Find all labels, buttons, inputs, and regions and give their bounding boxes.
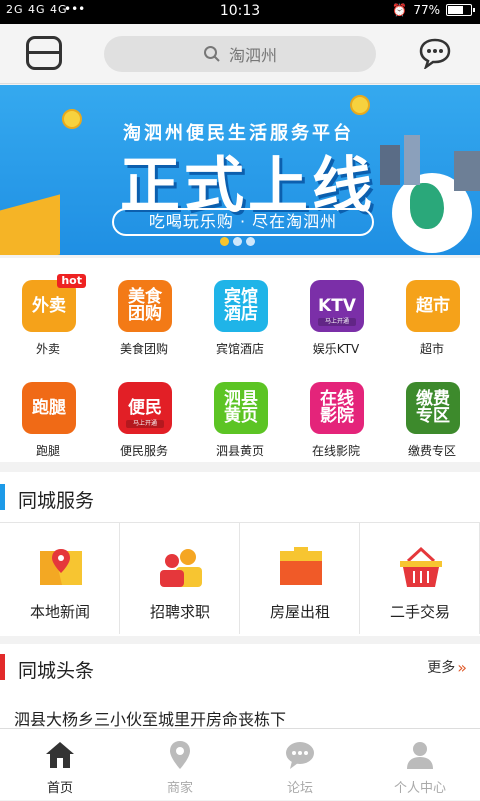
tab-merchants[interactable]: 商家 xyxy=(120,729,240,801)
service-label: 本地新闻 xyxy=(29,603,90,621)
category-tile: 外卖 hot xyxy=(22,274,86,332)
more-link[interactable]: 更多 ›› xyxy=(427,657,467,677)
category-label: 泗县黄页 xyxy=(215,444,264,458)
category-tile-text: 缴费专区 xyxy=(416,389,450,426)
category-tile: KTV 马上开通 xyxy=(310,280,364,332)
location-icon xyxy=(170,741,190,769)
category-item[interactable]: 泗县黄页 泗县黄页 xyxy=(192,360,288,462)
service-local-news[interactable]: 本地新闻 xyxy=(0,522,120,634)
category-tile-text: 宾馆酒店 xyxy=(224,287,258,324)
category-item[interactable]: 外卖 hot 外卖 xyxy=(0,258,96,360)
service-rental[interactable]: 房屋出租 xyxy=(240,522,360,634)
category-label: 外卖 xyxy=(35,342,60,356)
tab-label: 论坛 xyxy=(286,781,313,796)
category-item[interactable]: 宾馆酒店 宾馆酒店 xyxy=(192,258,288,360)
tab-forum[interactable]: 论坛 xyxy=(240,729,360,801)
battery-icon xyxy=(446,4,475,16)
message-icon[interactable] xyxy=(418,37,452,69)
category-tile: 美食团购 xyxy=(118,280,172,332)
scan-menu-button[interactable] xyxy=(26,36,62,70)
section-accent-bar xyxy=(0,654,5,680)
tab-home[interactable]: 首页 xyxy=(0,729,120,801)
alarm-icon: ⏰ xyxy=(392,3,408,17)
carousel-dot[interactable] xyxy=(246,237,255,246)
category-tile-text: 跑腿 xyxy=(32,397,66,418)
carousel-dot[interactable] xyxy=(220,237,229,246)
search-placeholder: 淘泗州 xyxy=(228,46,277,65)
category-item[interactable]: KTV 马上开通娱乐KTV xyxy=(288,258,384,360)
people-icon xyxy=(160,549,202,587)
category-tile: 缴费专区 xyxy=(406,382,460,434)
category-item[interactable]: 在线影院 在线影院 xyxy=(288,360,384,462)
building-illustration xyxy=(0,194,60,255)
service-label: 二手交易 xyxy=(389,603,450,621)
person-icon xyxy=(407,742,433,769)
category-tile-text: 外卖 xyxy=(32,295,66,316)
section-title: 同城头条 xyxy=(18,660,95,682)
section-accent-bar xyxy=(0,484,5,510)
category-tile: 便民 马上开通 xyxy=(118,382,172,434)
banner-slogan: 吃喝玩乐购 · 尽在淘泗州 xyxy=(112,208,374,236)
battery-percent: 77% xyxy=(413,3,440,17)
category-item[interactable]: 便民马上开通便民服务 xyxy=(96,360,192,462)
tab-label: 个人中心 xyxy=(393,781,446,796)
home-icon xyxy=(46,742,74,768)
coming-soon-tag: 马上开通 xyxy=(318,318,356,326)
category-tile-text: KTV xyxy=(318,295,356,316)
category-tile-text: 泗县黄页 xyxy=(224,389,258,426)
category-tile: 超市 xyxy=(406,280,460,332)
service-label: 招聘求职 xyxy=(149,603,210,621)
search-bar[interactable]: 淘泗州 xyxy=(104,36,376,72)
section-title: 同城服务 xyxy=(18,490,95,512)
coin-decoration xyxy=(62,109,82,129)
category-label: 缴费专区 xyxy=(407,444,456,458)
category-label: 跑腿 xyxy=(35,444,60,458)
service-label: 房屋出租 xyxy=(269,603,330,621)
category-item[interactable]: 跑腿 跑腿 xyxy=(0,360,96,462)
category-tile: 宾馆酒店 xyxy=(214,280,268,332)
coin-decoration xyxy=(350,95,370,115)
category-tile-text: 美食团购 xyxy=(128,287,162,324)
category-label: 宾馆酒店 xyxy=(215,342,264,356)
tab-label: 商家 xyxy=(166,781,193,796)
chat-icon xyxy=(286,742,314,769)
category-tile-text: 在线影院 xyxy=(320,389,354,426)
map-pin-icon xyxy=(40,549,82,585)
hot-badge: hot xyxy=(57,274,86,288)
bottom-tab-bar: 首页 商家 论坛 个人中心 xyxy=(0,728,480,800)
category-label: 便民服务 xyxy=(119,444,168,458)
city-building-illustration xyxy=(380,145,400,185)
category-label: 美食团购 xyxy=(119,342,168,356)
category-label: 娱乐KTV xyxy=(312,342,360,356)
category-item[interactable]: 缴费专区 缴费专区 xyxy=(384,360,480,462)
status-bar: 2G 4G 4G ••• 10:13 ⏰ 77% xyxy=(0,0,480,24)
coming-soon-tag: 马上开通 xyxy=(126,420,164,428)
carousel-indicator xyxy=(220,237,255,246)
category-item[interactable]: 超市 超市 xyxy=(384,258,480,360)
category-tile: 泗县黄页 xyxy=(214,382,268,434)
service-second-hand[interactable]: 二手交易 xyxy=(360,522,480,634)
city-building-illustration xyxy=(404,135,420,185)
category-label: 在线影院 xyxy=(311,444,360,458)
service-jobs[interactable]: 招聘求职 xyxy=(120,522,240,634)
category-tile-text: 超市 xyxy=(416,295,450,316)
briefcase-icon xyxy=(280,547,322,585)
city-building-illustration xyxy=(454,151,480,191)
category-label: 超市 xyxy=(419,342,444,356)
double-chevron-icon: ›› xyxy=(457,657,467,677)
category-item[interactable]: 美食团购 美食团购 xyxy=(96,258,192,360)
more-label: 更多 xyxy=(427,660,456,676)
promo-banner[interactable]: 淘泗州便民生活服务平台 正式上线 吃喝玩乐购 · 尽在淘泗州 xyxy=(0,85,480,255)
app-header: 淘泗州 xyxy=(0,24,480,84)
category-tile-text: 便民 xyxy=(128,397,162,418)
basket-icon xyxy=(400,546,442,587)
category-grid: 外卖 hot 外卖 美食团购 美食团购 宾馆酒店 宾馆酒店 KTV 马上开通 娱乐KTV 超市 超市跑… xyxy=(0,258,480,462)
tab-profile[interactable]: 个人中心 xyxy=(360,729,480,801)
news-item[interactable]: 泗县大杨乡三小伙至城里开房命丧栋下 xyxy=(14,706,286,730)
tab-label: 首页 xyxy=(46,781,73,796)
search-icon xyxy=(203,46,220,62)
carousel-dot[interactable] xyxy=(233,237,242,246)
category-tile: 跑腿 xyxy=(22,382,76,434)
category-tile: 在线影院 xyxy=(310,382,364,434)
